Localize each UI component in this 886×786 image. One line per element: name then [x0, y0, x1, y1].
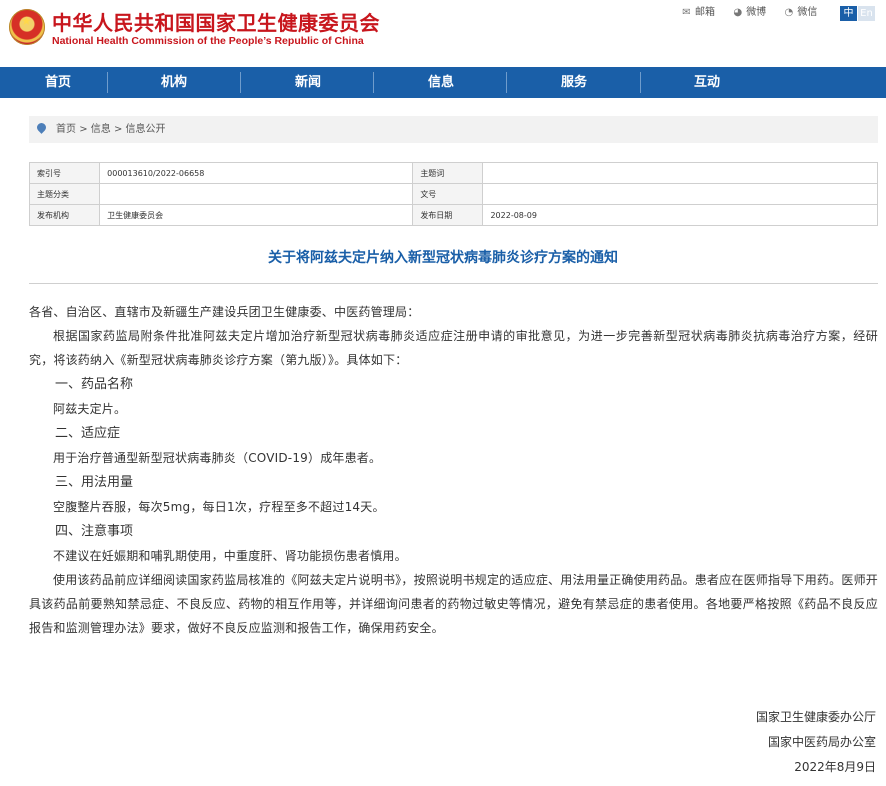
nav-divider	[640, 72, 641, 93]
breadcrumb-separator: >	[113, 124, 123, 135]
breadcrumb-home[interactable]: 首页	[56, 124, 76, 135]
publisher-label: 发布机构	[28, 204, 101, 226]
section-heading: 一、药品名称	[55, 377, 134, 392]
breadcrumb: 首页 > 信息 > 信息公开	[29, 116, 878, 143]
weibo-label: 微博	[746, 7, 767, 18]
signature-office: 国家卫生健康委办公厅	[755, 710, 876, 724]
intro-paragraph: 根据国家药监局附条件批准阿兹夫定片增加治疗新型冠状病毒肺炎适应症注册申请的审批意…	[29, 329, 878, 367]
location-pin-icon	[35, 121, 48, 134]
language-switch: 中 En	[840, 1, 875, 21]
wechat-link[interactable]: ◔ 微信	[782, 3, 818, 18]
salutation: 各省、自治区、直辖市及新疆生产建设兵团卫生健康委、中医药管理局：	[29, 305, 420, 319]
mail-link[interactable]: ✉ 邮箱	[680, 3, 715, 18]
site-header: 中华人民共和国国家卫生健康委员会 National Health Commiss…	[0, 0, 886, 66]
nav-interaction[interactable]: 互动	[657, 67, 757, 98]
breadcrumb-disclosure[interactable]: 信息公开	[126, 124, 166, 135]
weibo-icon: ◕	[733, 7, 743, 18]
lang-en-button[interactable]: En	[858, 6, 875, 21]
keywords-label: 主题词	[412, 162, 484, 184]
signature-tcm-office: 国家中医药局办公室	[767, 735, 876, 749]
weibo-link[interactable]: ◕ 微博	[731, 3, 766, 18]
header-tools: ✉ 邮箱 ◕ 微博 ◔ 微信	[680, 3, 830, 18]
table-row: 发布机构 卫生健康委员会 发布日期 2022-08-09	[28, 204, 878, 226]
publish-date-value: 2022-08-09	[482, 204, 878, 226]
article-title: 关于将阿兹夫定片纳入新型冠状病毒肺炎诊疗方案的通知	[268, 250, 618, 266]
section-heading: 四、注意事项	[55, 524, 134, 539]
section-text: 空腹整片吞服，每次5mg，每日1次，疗程至多不超过14天。	[53, 500, 385, 514]
title-divider	[29, 283, 878, 284]
breadcrumb-separator: >	[79, 124, 88, 135]
nav-home[interactable]: 首页	[8, 67, 108, 98]
mail-icon: ✉	[682, 7, 691, 18]
section-text: 用于治疗普通型新型冠状病毒肺炎（COVID-19）成年患者。	[53, 451, 382, 465]
lang-zh-button[interactable]: 中	[840, 6, 857, 21]
nav-divider	[107, 72, 108, 93]
doc-number-label: 文号	[412, 183, 484, 205]
site-title-cn[interactable]: 中华人民共和国国家卫生健康委员会	[52, 7, 380, 36]
main-nav: 首页 机构 新闻 信息 服务 互动	[0, 67, 886, 98]
site-title-en: National Health Commission of the People…	[52, 35, 364, 47]
category-label: 主题分类	[28, 183, 101, 205]
section-text: 阿兹夫定片。	[53, 402, 127, 416]
nav-divider	[373, 72, 374, 93]
table-row: 索引号 000013610/2022-06658 主题词	[28, 162, 878, 184]
closing-paragraph: 使用该药品前应详细阅读国家药监局核准的《阿兹夫定片说明书》，按照说明书规定的适应…	[29, 573, 878, 635]
wechat-icon: ◔	[784, 7, 794, 18]
article-body: 各省、自治区、直辖市及新疆生产建设兵团卫生健康委、中医药管理局： 根据国家药监局…	[29, 300, 878, 640]
nav-divider	[240, 72, 241, 93]
nav-institutions[interactable]: 机构	[124, 67, 224, 98]
breadcrumb-info[interactable]: 信息	[91, 124, 111, 135]
nav-divider	[506, 72, 507, 93]
wechat-label: 微信	[797, 7, 818, 18]
publish-date-label: 发布日期	[412, 204, 484, 226]
nav-news[interactable]: 新闻	[258, 67, 358, 98]
signature-date: 2022年8月9日	[794, 760, 876, 774]
index-number-value: 000013610/2022-06658	[99, 162, 414, 184]
table-row: 主题分类 文号	[28, 183, 878, 205]
national-emblem-icon[interactable]	[9, 9, 45, 45]
index-number-label: 索引号	[28, 162, 101, 184]
section-text: 不建议在妊娠期和哺乳期使用，中重度肝、肾功能损伤患者慎用。	[53, 549, 407, 563]
document-info-table: 索引号 000013610/2022-06658 主题词 主题分类 文号 发布机…	[28, 162, 878, 226]
publisher-value: 卫生健康委员会	[99, 204, 414, 226]
section-heading: 二、适应症	[55, 426, 121, 441]
category-value	[99, 183, 414, 205]
mail-label: 邮箱	[695, 7, 715, 18]
keywords-value	[482, 162, 878, 184]
nav-info[interactable]: 信息	[391, 67, 491, 98]
doc-number-value	[482, 183, 878, 205]
section-heading: 三、用法用量	[55, 475, 134, 490]
nav-services[interactable]: 服务	[524, 67, 624, 98]
